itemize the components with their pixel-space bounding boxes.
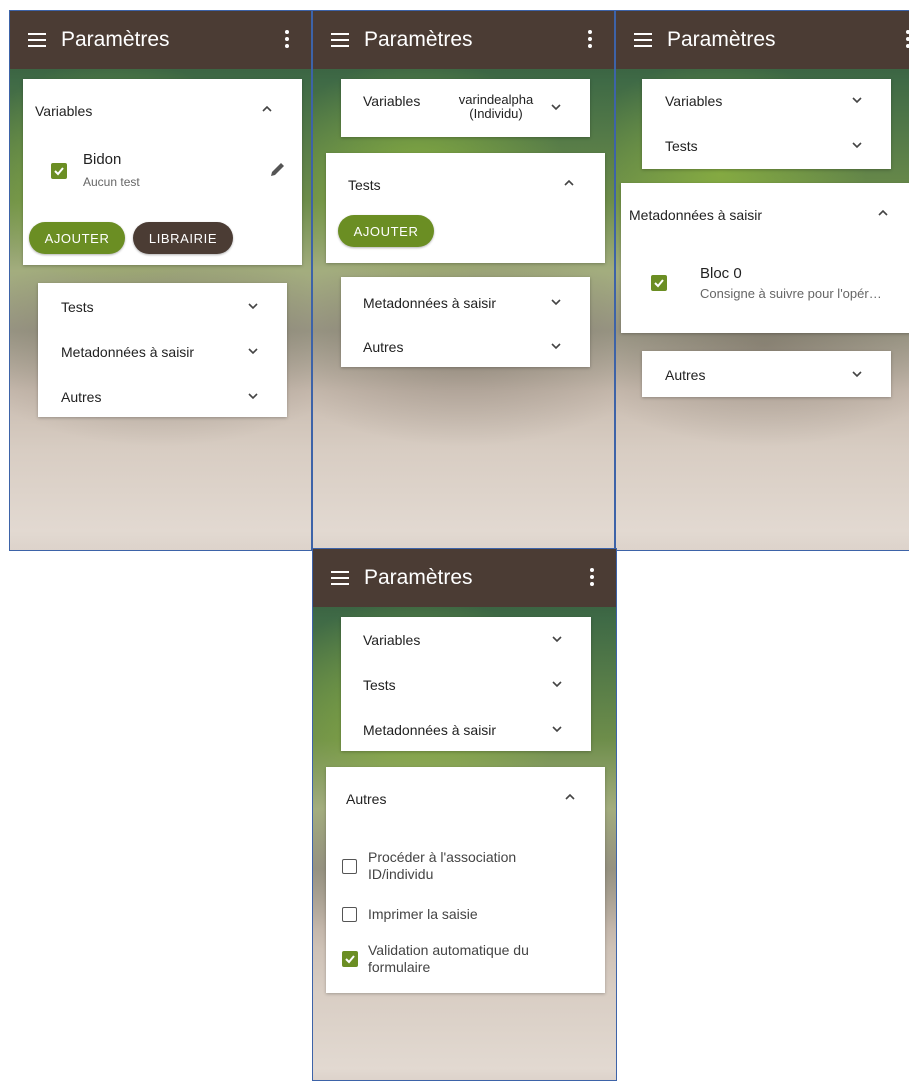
ajouter-button[interactable]: AJOUTER <box>29 222 125 254</box>
page-title: Paramètres <box>364 28 473 51</box>
collapsed-sections-list: Variables Tests <box>642 79 891 169</box>
section-header-variables[interactable]: Variables <box>363 632 420 648</box>
chevron-down-icon[interactable] <box>551 299 561 309</box>
chevron-down-icon[interactable] <box>552 726 562 736</box>
autres-panel: Autres Procéder à l'association ID/indiv… <box>326 767 605 993</box>
section-header-autres[interactable]: Autres <box>665 367 705 383</box>
chevron-down-icon[interactable] <box>248 303 258 313</box>
checkbox-unchecked-icon[interactable] <box>342 907 357 922</box>
page-title: Paramètres <box>61 28 170 51</box>
section-header-metadonnees[interactable]: Metadonnées à saisir <box>629 207 762 223</box>
section-header-metadonnees[interactable]: Metadonnées à saisir <box>363 722 496 738</box>
chevron-down-icon[interactable] <box>852 371 862 381</box>
section-header-metadonnees[interactable]: Metadonnées à saisir <box>61 344 194 360</box>
variables-collapsed-card: Variables varindealpha (Individu) <box>341 79 590 137</box>
librairie-button[interactable]: LIBRAIRIE <box>133 222 233 254</box>
chevron-up-icon[interactable] <box>565 793 575 803</box>
bloc-subtitle: Consigne à suivre pour l'opér… <box>700 286 882 301</box>
more-vert-icon[interactable] <box>590 568 594 588</box>
variable-subtitle: Aucun test <box>83 175 140 189</box>
screen-metadonnees-expanded: Paramètres Variables Tests Metadonnées à… <box>615 10 909 551</box>
screen-variables-expanded: Paramètres Variables Bidon Aucun test AJ… <box>9 10 312 551</box>
section-header-variables[interactable]: Variables <box>35 103 92 119</box>
page-title: Paramètres <box>667 28 776 51</box>
bloc-name: Bloc 0 <box>700 265 742 282</box>
chevron-down-icon[interactable] <box>248 348 258 358</box>
section-header-variables[interactable]: Variables <box>363 93 420 109</box>
section-header-tests[interactable]: Tests <box>665 138 698 154</box>
screen-tests-expanded: Paramètres Variables varindealpha (Indiv… <box>312 10 615 551</box>
menu-icon[interactable] <box>634 33 652 47</box>
autres-collapsed-card: Autres <box>642 351 891 397</box>
app-bar: Paramètres <box>616 11 909 69</box>
edit-pencil-icon[interactable] <box>269 161 286 183</box>
collapsed-sections-list: Metadonnées à saisir Autres <box>341 277 590 367</box>
more-vert-icon[interactable] <box>285 30 289 50</box>
option-imprimer-label: Imprimer la saisie <box>368 906 478 922</box>
checkbox-unchecked-icon[interactable] <box>342 859 357 874</box>
section-header-autres[interactable]: Autres <box>363 339 403 355</box>
collapsed-sections-list: Tests Metadonnées à saisir Autres <box>38 283 287 417</box>
screen-autres-expanded: Paramètres Variables Tests Metadonnées à… <box>312 548 617 1081</box>
collapsed-sections-list: Variables Tests Metadonnées à saisir <box>341 617 591 751</box>
variable-name: Bidon <box>83 151 122 168</box>
chevron-up-icon[interactable] <box>878 209 888 219</box>
section-header-tests[interactable]: Tests <box>61 299 94 315</box>
metadonnees-panel: Metadonnées à saisir Bloc 0 Consigne à s… <box>621 183 909 333</box>
checkbox-checked-icon[interactable] <box>342 951 358 967</box>
checkbox-checked-icon[interactable] <box>651 275 667 291</box>
app-bar: Paramètres <box>313 11 614 69</box>
chevron-down-icon[interactable] <box>552 681 562 691</box>
section-header-autres[interactable]: Autres <box>346 791 386 807</box>
section-header-metadonnees[interactable]: Metadonnées à saisir <box>363 295 496 311</box>
tests-panel: Tests AJOUTER <box>326 153 605 263</box>
app-bar: Paramètres <box>10 11 311 69</box>
option-validation-label: Validation automatique du formulaire <box>368 942 529 975</box>
section-header-autres[interactable]: Autres <box>61 389 101 405</box>
chevron-down-icon[interactable] <box>852 142 862 152</box>
chevron-down-icon[interactable] <box>248 393 258 403</box>
menu-icon[interactable] <box>331 571 349 585</box>
section-header-variables[interactable]: Variables <box>665 93 722 109</box>
chevron-up-icon[interactable] <box>262 105 272 115</box>
checkbox-checked-icon[interactable] <box>51 163 67 179</box>
menu-icon[interactable] <box>331 33 349 47</box>
app-bar: Paramètres <box>313 549 616 607</box>
chevron-down-icon[interactable] <box>552 636 562 646</box>
option-association-label: Procéder à l'association ID/individu <box>368 849 517 882</box>
more-vert-icon[interactable] <box>588 30 592 50</box>
variables-panel: Variables Bidon Aucun test AJOUTER LIBRA… <box>23 79 302 265</box>
chevron-down-icon[interactable] <box>551 343 561 353</box>
page-title: Paramètres <box>364 566 473 589</box>
chevron-down-icon[interactable] <box>852 97 862 107</box>
section-header-tests[interactable]: Tests <box>363 677 396 693</box>
section-header-tests[interactable]: Tests <box>348 177 381 193</box>
chevron-down-icon[interactable] <box>551 104 561 114</box>
variables-selected-value: varindealpha (Individu) <box>458 92 534 121</box>
ajouter-button[interactable]: AJOUTER <box>338 215 434 247</box>
menu-icon[interactable] <box>28 33 46 47</box>
chevron-up-icon[interactable] <box>564 179 574 189</box>
